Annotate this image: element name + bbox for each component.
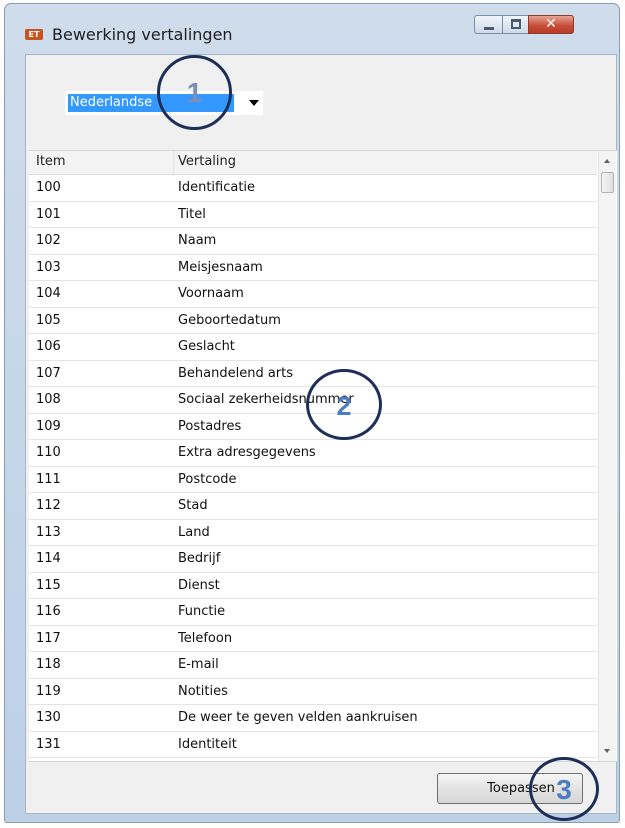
- app-icon: ET: [25, 29, 43, 40]
- callout-marker-2: 2: [306, 369, 382, 440]
- chevron-down-icon[interactable]: [249, 100, 259, 106]
- table-row[interactable]: 116 Functie: [29, 599, 597, 626]
- table-row[interactable]: 114 Bedrijf: [29, 546, 597, 573]
- cell-item[interactable]: 118: [36, 657, 61, 672]
- cell-vertaling[interactable]: Titel: [178, 207, 206, 222]
- column-header-item[interactable]: Item: [36, 154, 66, 169]
- cell-vertaling[interactable]: Behandelend arts: [178, 366, 293, 381]
- cell-vertaling[interactable]: Geboortedatum: [178, 313, 281, 328]
- cell-item[interactable]: 104: [36, 286, 61, 301]
- cell-item[interactable]: 106: [36, 339, 61, 354]
- callout-number: 3: [556, 774, 572, 805]
- table-row[interactable]: 101 Titel: [29, 202, 597, 228]
- table-row[interactable]: 131 Identiteit: [29, 732, 597, 758]
- scroll-down-arrow-icon[interactable]: [604, 749, 610, 753]
- cell-vertaling[interactable]: Identiteit: [178, 737, 237, 752]
- cell-item[interactable]: 105: [36, 313, 61, 328]
- grid-rows: 100 Identificatie 101 Titel 102 Naam 103 Meisje…: [29, 175, 597, 758]
- table-row[interactable]: 118 E-mail: [29, 652, 597, 679]
- table-row[interactable]: 130 De weer te geven velden aankruisen: [29, 705, 597, 732]
- grid-header: Item Vertaling: [29, 151, 597, 175]
- cell-item[interactable]: 115: [36, 578, 61, 593]
- column-separator[interactable]: [173, 151, 174, 175]
- cell-vertaling[interactable]: Postcode: [178, 472, 237, 487]
- table-row[interactable]: 100 Identificatie: [29, 175, 597, 202]
- close-button[interactable]: ✕: [528, 15, 574, 34]
- cell-item[interactable]: 114: [36, 551, 61, 566]
- cell-vertaling[interactable]: Telefoon: [178, 631, 232, 646]
- table-row[interactable]: 103 Meisjesnaam: [29, 255, 597, 281]
- minimize-button[interactable]: [474, 15, 503, 34]
- cell-vertaling[interactable]: Postadres: [178, 419, 241, 434]
- cell-vertaling[interactable]: Naam: [178, 233, 216, 248]
- scroll-up-arrow-icon[interactable]: [604, 159, 610, 163]
- cell-item[interactable]: 109: [36, 419, 61, 434]
- cell-vertaling[interactable]: De weer te geven velden aankruisen: [178, 710, 418, 725]
- window-title: Bewerking vertalingen: [52, 25, 233, 44]
- cell-vertaling[interactable]: Geslacht: [178, 339, 235, 354]
- translations-grid: Item Vertaling 100 Identificatie 101 Titel 1…: [29, 150, 617, 762]
- callout-marker-1: 1: [157, 55, 232, 130]
- table-row[interactable]: 111 Postcode: [29, 467, 597, 493]
- cell-item[interactable]: 100: [36, 180, 61, 195]
- cell-vertaling[interactable]: Extra adresgegevens: [178, 445, 316, 460]
- table-row[interactable]: 106 Geslacht: [29, 334, 597, 361]
- cell-item[interactable]: 117: [36, 631, 61, 646]
- table-row[interactable]: 115 Dienst: [29, 573, 597, 599]
- table-row[interactable]: 117 Telefoon: [29, 626, 597, 652]
- table-row[interactable]: 104 Voornaam: [29, 281, 597, 308]
- cell-vertaling[interactable]: Land: [178, 525, 210, 540]
- maximize-button[interactable]: [502, 15, 529, 34]
- table-row[interactable]: 110 Extra adresgegevens: [29, 440, 597, 467]
- cell-item[interactable]: 101: [36, 207, 61, 222]
- table-row[interactable]: 112 Stad: [29, 493, 597, 520]
- table-row[interactable]: 119 Notities: [29, 679, 597, 705]
- cell-item[interactable]: 116: [36, 604, 61, 619]
- cell-vertaling[interactable]: E-mail: [178, 657, 219, 672]
- cell-item[interactable]: 107: [36, 366, 61, 381]
- cell-item[interactable]: 111: [36, 472, 61, 487]
- cell-item[interactable]: 130: [36, 710, 61, 725]
- cell-item[interactable]: 108: [36, 392, 61, 407]
- cell-vertaling[interactable]: Bedrijf: [178, 551, 220, 566]
- table-row[interactable]: 102 Naam: [29, 228, 597, 255]
- cell-item[interactable]: 112: [36, 498, 61, 513]
- dialog-body: Nederlandse Item Vertaling 100 Identifica…: [25, 54, 617, 814]
- cell-vertaling[interactable]: Identificatie: [178, 180, 255, 195]
- cell-item[interactable]: 113: [36, 525, 61, 540]
- maximize-icon: [511, 19, 521, 29]
- scrollbar-thumb[interactable]: [601, 172, 614, 193]
- cell-vertaling[interactable]: Notities: [178, 684, 228, 699]
- callout-number: 2: [336, 391, 352, 421]
- table-row[interactable]: 113 Land: [29, 520, 597, 546]
- callout-number: 1: [186, 77, 203, 108]
- vertical-scrollbar[interactable]: [598, 151, 616, 761]
- cell-vertaling[interactable]: Stad: [178, 498, 208, 513]
- cell-item[interactable]: 110: [36, 445, 61, 460]
- cell-item[interactable]: 119: [36, 684, 61, 699]
- cell-vertaling[interactable]: Meisjesnaam: [178, 260, 263, 275]
- close-icon: ✕: [545, 16, 557, 32]
- cell-vertaling[interactable]: Voornaam: [178, 286, 244, 301]
- callout-marker-3: 3: [529, 757, 599, 821]
- column-header-vertaling[interactable]: Vertaling: [178, 154, 236, 169]
- title-bar[interactable]: ET Bewerking vertalingen ✕: [5, 4, 619, 54]
- cell-vertaling[interactable]: Functie: [178, 604, 225, 619]
- cell-vertaling[interactable]: Dienst: [178, 578, 220, 593]
- minimize-icon: [484, 27, 494, 30]
- cell-item[interactable]: 102: [36, 233, 61, 248]
- table-row[interactable]: 105 Geboortedatum: [29, 308, 597, 334]
- cell-item[interactable]: 103: [36, 260, 61, 275]
- cell-item[interactable]: 131: [36, 737, 61, 752]
